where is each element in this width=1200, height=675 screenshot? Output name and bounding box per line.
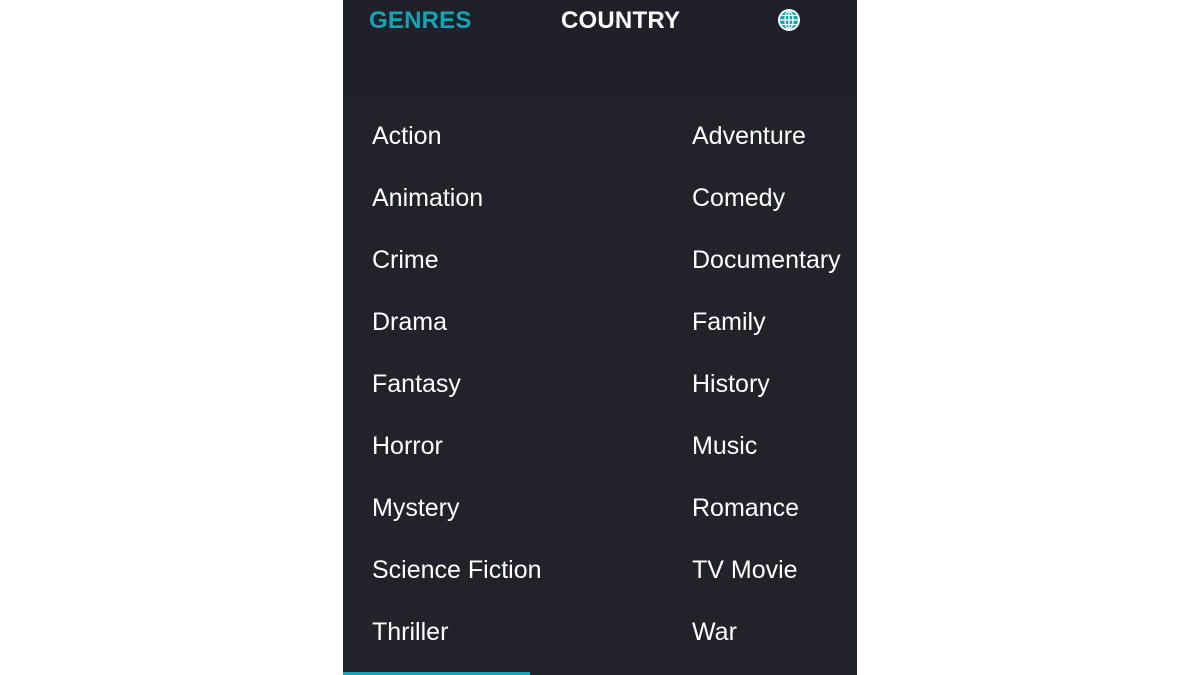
dropdown-header: GENRES COUNTRY [343, 0, 857, 94]
genre-item-comedy[interactable]: Comedy [692, 183, 785, 213]
genre-item-history[interactable]: History [692, 369, 770, 399]
genre-item-thriller[interactable]: Thriller [372, 617, 448, 647]
genre-item-war[interactable]: War [692, 617, 737, 647]
tab-genres[interactable]: GENRES [369, 7, 472, 35]
genre-item-science-fiction[interactable]: Science Fiction [372, 555, 542, 585]
genre-item-music[interactable]: Music [692, 431, 757, 461]
genre-item-adventure[interactable]: Adventure [692, 121, 806, 151]
genre-item-crime[interactable]: Crime [372, 245, 439, 275]
genre-item-horror[interactable]: Horror [372, 431, 443, 461]
genre-item-animation[interactable]: Animation [372, 183, 483, 213]
genre-item-fantasy[interactable]: Fantasy [372, 369, 461, 399]
genre-item-mystery[interactable]: Mystery [372, 493, 460, 523]
tab-country[interactable]: COUNTRY [561, 7, 680, 35]
genre-item-romance[interactable]: Romance [692, 493, 799, 523]
genre-item-drama[interactable]: Drama [372, 307, 447, 337]
genre-item-family[interactable]: Family [692, 307, 766, 337]
genre-item-documentary[interactable]: Documentary [692, 245, 841, 275]
genre-item-tv-movie[interactable]: TV Movie [692, 555, 798, 585]
genres-dropdown-panel: GENRES COUNTRY Action Adventure Animatio… [343, 0, 857, 675]
genre-item-action[interactable]: Action [372, 121, 441, 151]
globe-icon[interactable] [777, 8, 801, 32]
